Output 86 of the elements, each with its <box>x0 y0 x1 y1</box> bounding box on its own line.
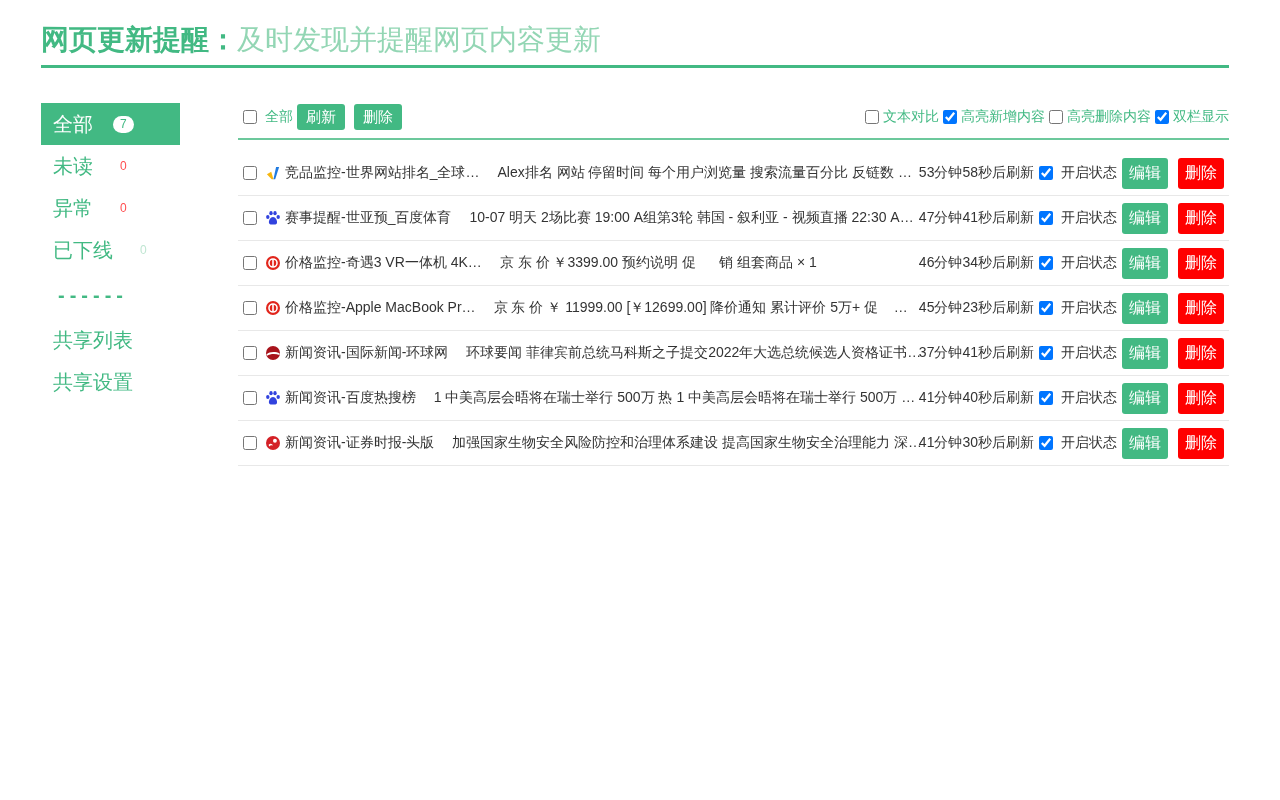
enable-checkbox[interactable] <box>1039 301 1053 315</box>
edit-button[interactable]: 编辑 <box>1122 427 1168 459</box>
count-label: 0 <box>119 199 128 217</box>
refresh-countdown: 45分钟23秒后刷新 <box>918 299 1034 317</box>
app-title: 网页更新提醒： <box>41 23 237 57</box>
refresh-countdown: 47分钟41秒后刷新 <box>918 209 1034 227</box>
toolbar-button[interactable]: 删除 <box>354 104 402 130</box>
enable-checkbox[interactable] <box>1039 391 1053 405</box>
enable-checkbox[interactable] <box>1039 346 1053 360</box>
refresh-countdown: 41分钟30秒后刷新 <box>918 434 1034 452</box>
count-label: 0 <box>139 241 148 259</box>
delete-button[interactable]: 删除 <box>1178 157 1224 189</box>
enable-label[interactable]: 开启状态 <box>1061 389 1117 407</box>
emblem-logo-icon <box>266 436 280 450</box>
paw-icon <box>266 391 280 405</box>
content-preview: 1 中美高层会晤将在瑞士举行 500万 热 1 中美高层会晤将在瑞士举行 500万 … <box>433 389 916 407</box>
content-preview: Alex排名 网站 停留时间 每个用户浏览量 搜索流量百分比 反链数 … <box>497 164 914 182</box>
monitor-title[interactable]: 新闻资讯-百度热搜榜 <box>285 389 416 407</box>
enable-label[interactable]: 开启状态 <box>1061 209 1117 227</box>
option-checkbox[interactable] <box>1049 110 1063 124</box>
select-all-checkbox[interactable] <box>243 110 257 124</box>
row-checkbox[interactable] <box>243 256 257 270</box>
delete-button[interactable]: 删除 <box>1178 247 1224 279</box>
edit-button[interactable]: 编辑 <box>1122 202 1168 234</box>
content-preview: 京 东 价 ￥3399.00 预约说明 促 销 组套商品 × 1 <box>499 254 818 272</box>
refresh-countdown: 53分钟58秒后刷新 <box>918 164 1034 182</box>
count-badge: 7 <box>113 115 134 133</box>
sidebar-link[interactable]: 共享设置 <box>41 361 180 403</box>
option-label[interactable]: 文本对比 <box>883 108 939 126</box>
monitor-title[interactable]: 赛事提醒-世亚预_百度体育 <box>285 209 452 227</box>
swoosh-logo-icon <box>266 346 280 360</box>
row-checkbox[interactable] <box>243 301 257 315</box>
row-checkbox[interactable] <box>243 391 257 405</box>
toolbar-button[interactable]: 刷新 <box>297 104 345 130</box>
count-label: 0 <box>119 157 128 175</box>
option-label[interactable]: 高亮新增内容 <box>961 108 1045 126</box>
sidebar-link[interactable]: 共享列表 <box>41 319 180 361</box>
monitor-title[interactable]: 价格监控-Apple MacBook Pr… <box>285 299 476 317</box>
delete-button[interactable]: 删除 <box>1178 427 1224 459</box>
edit-button[interactable]: 编辑 <box>1122 247 1168 279</box>
delete-button[interactable]: 删除 <box>1178 382 1224 414</box>
enable-checkbox[interactable] <box>1039 211 1053 225</box>
edit-button[interactable]: 编辑 <box>1122 382 1168 414</box>
enable-label[interactable]: 开启状态 <box>1061 254 1117 272</box>
delete-button[interactable]: 删除 <box>1178 292 1224 324</box>
monitor-title[interactable]: 价格监控-奇遇3 VR一体机 4K… <box>285 254 482 272</box>
sidebar-item[interactable]: 已下线 0 <box>41 229 180 271</box>
app-subtitle: 及时发现并提醒网页内容更新 <box>237 23 601 57</box>
option-checkbox[interactable] <box>943 110 957 124</box>
enable-checkbox[interactable] <box>1039 436 1053 450</box>
edit-button[interactable]: 编辑 <box>1122 337 1168 369</box>
round-logo-icon <box>266 256 280 270</box>
dashed-separator: ------ <box>58 283 128 307</box>
bolt-logo-icon <box>266 166 280 180</box>
sidebar-item[interactable]: 全部 7 <box>41 103 180 145</box>
refresh-countdown: 37分钟41秒后刷新 <box>918 344 1034 362</box>
content-preview: 京 东 价 ￥ 11999.00 [￥12699.00] 降价通知 累计评价 5万+ 促 … <box>493 299 909 317</box>
row-checkbox[interactable] <box>243 166 257 180</box>
delete-button[interactable]: 删除 <box>1178 337 1224 369</box>
enable-label[interactable]: 开启状态 <box>1061 344 1117 362</box>
sidebar-item[interactable]: 未读 0 <box>41 145 180 187</box>
content-preview: 10-07 明天 2场比赛 19:00 A组第3轮 韩国 - 叙利亚 - 视频直播 22:30 A… <box>469 209 915 227</box>
refresh-countdown: 41分钟40秒后刷新 <box>918 389 1034 407</box>
edit-button[interactable]: 编辑 <box>1122 292 1168 324</box>
option-checkbox[interactable] <box>865 110 879 124</box>
enable-label[interactable]: 开启状态 <box>1061 164 1117 182</box>
select-all-label[interactable]: 全部 <box>265 108 293 126</box>
enable-checkbox[interactable] <box>1039 256 1053 270</box>
enable-label[interactable]: 开启状态 <box>1061 434 1117 452</box>
option-label[interactable]: 高亮删除内容 <box>1067 108 1151 126</box>
paw-icon <box>266 211 280 225</box>
refresh-countdown: 46分钟34秒后刷新 <box>918 254 1034 272</box>
monitor-title[interactable]: 新闻资讯-国际新闻-环球网 <box>285 344 449 362</box>
monitor-title[interactable]: 竞品监控-世界网站排名_全球… <box>285 164 480 182</box>
sidebar-item[interactable]: 异常 0 <box>41 187 180 229</box>
round-logo-icon <box>266 301 280 315</box>
delete-button[interactable]: 删除 <box>1178 202 1224 234</box>
row-checkbox[interactable] <box>243 436 257 450</box>
enable-label[interactable]: 开启状态 <box>1061 299 1117 317</box>
enable-checkbox[interactable] <box>1039 166 1053 180</box>
edit-button[interactable]: 编辑 <box>1122 157 1168 189</box>
option-label[interactable]: 双栏显示 <box>1173 108 1229 126</box>
row-checkbox[interactable] <box>243 346 257 360</box>
row-checkbox[interactable] <box>243 211 257 225</box>
option-checkbox[interactable] <box>1155 110 1169 124</box>
monitor-title[interactable]: 新闻资讯-证券时报-头版 <box>285 434 435 452</box>
